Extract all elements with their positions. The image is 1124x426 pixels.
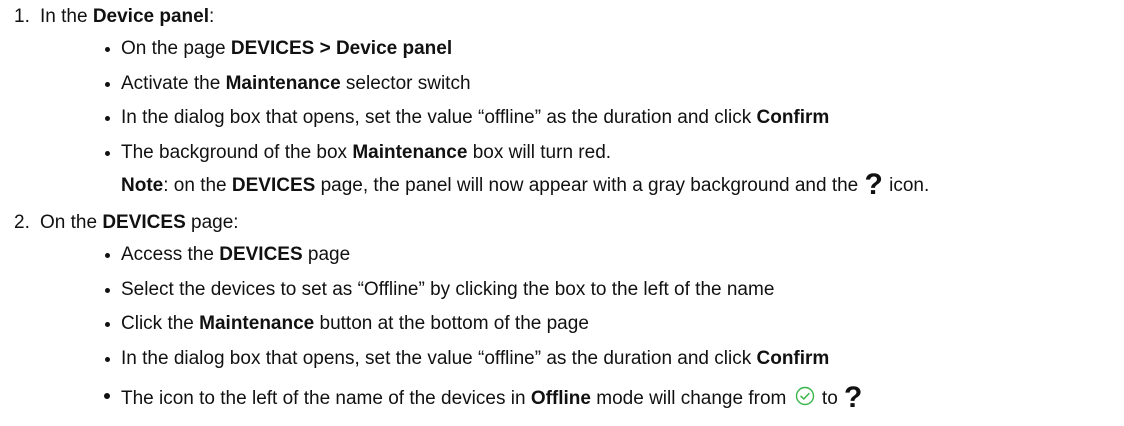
bullet-icon (105, 116, 110, 121)
list-item-text: On the page (121, 38, 231, 59)
list-item-text: The icon to the left of the name of the … (121, 388, 531, 409)
step-text: : (209, 6, 215, 27)
list-item-text: mode will change from (590, 388, 792, 409)
step-number: 2. (14, 212, 30, 233)
list-item-bold: Maintenance (199, 313, 315, 334)
list-item: Click the Maintenance button at the bott… (105, 313, 589, 335)
note-text: : on the (163, 175, 232, 196)
list-item-text: Click the (121, 313, 200, 334)
list-item-text: selector switch (340, 73, 471, 94)
step-text: page: (185, 212, 239, 233)
note-bold: DEVICES (231, 175, 316, 196)
list-item-text: page (302, 244, 351, 265)
list-item-bold: Maintenance (352, 142, 468, 163)
list-item-text: In the dialog box that opens, set the va… (121, 348, 757, 369)
list-item-bold: Offline (530, 388, 591, 409)
list-item-text: box will turn red. (467, 142, 612, 163)
list-item-text: Access the (121, 244, 220, 265)
step-bold: DEVICES (102, 212, 186, 233)
list-item: Select the devices to set as “Offline” b… (105, 279, 775, 301)
bullet-icon (105, 288, 110, 293)
list-item: Activate the Maintenance selector switch (105, 73, 471, 95)
step-number: 1. (14, 6, 30, 27)
question-mark-icon: ? (844, 381, 863, 414)
list-item-text: In the dialog box that opens, set the va… (121, 107, 757, 128)
list-item: The background of the box Maintenance bo… (105, 142, 612, 164)
note-line: Note: on the DEVICES page, the panel wil… (121, 168, 930, 201)
list-item: Access the DEVICES page (105, 244, 351, 266)
step-bold: Device panel (92, 6, 209, 27)
list-item: On the page DEVICES > Device panel (105, 38, 453, 60)
list-item: In the dialog box that opens, set the va… (105, 107, 830, 129)
step-text: In the (40, 6, 93, 27)
list-item: In the dialog box that opens, set the va… (105, 348, 830, 370)
list-item-bold: DEVICES (219, 244, 303, 265)
list-item-bold: Confirm (756, 107, 830, 128)
step-2-heading: 2. On the DEVICES page: (14, 212, 239, 234)
check-circle-icon (795, 386, 815, 406)
bullet-icon (105, 357, 110, 362)
note-text: icon. (883, 175, 930, 196)
list-item: The icon to the left of the name of the … (104, 381, 863, 414)
list-item-text: Select the devices to set as “Offline” b… (121, 279, 775, 300)
note-label: Note (121, 175, 164, 196)
step-1-heading: 1. In the Device panel: (14, 6, 214, 28)
list-item-bold: Maintenance (225, 73, 341, 94)
question-mark-icon: ? (864, 168, 883, 201)
list-item-text: to (816, 388, 844, 409)
bullet-icon (105, 322, 110, 327)
bullet-icon (105, 253, 110, 258)
bullet-icon (105, 47, 110, 52)
list-item-text: The background of the box (121, 142, 353, 163)
bullet-icon (105, 151, 110, 156)
list-item-text: button at the bottom of the page (314, 313, 589, 334)
list-item-text: Activate the (121, 73, 226, 94)
step-text: On the (40, 212, 103, 233)
bullet-icon (104, 393, 110, 399)
list-item-bold: Confirm (756, 348, 830, 369)
list-item-bold: DEVICES > Device panel (230, 38, 453, 59)
bullet-icon (105, 82, 110, 87)
note-text: page, the panel will now appear with a g… (315, 175, 864, 196)
